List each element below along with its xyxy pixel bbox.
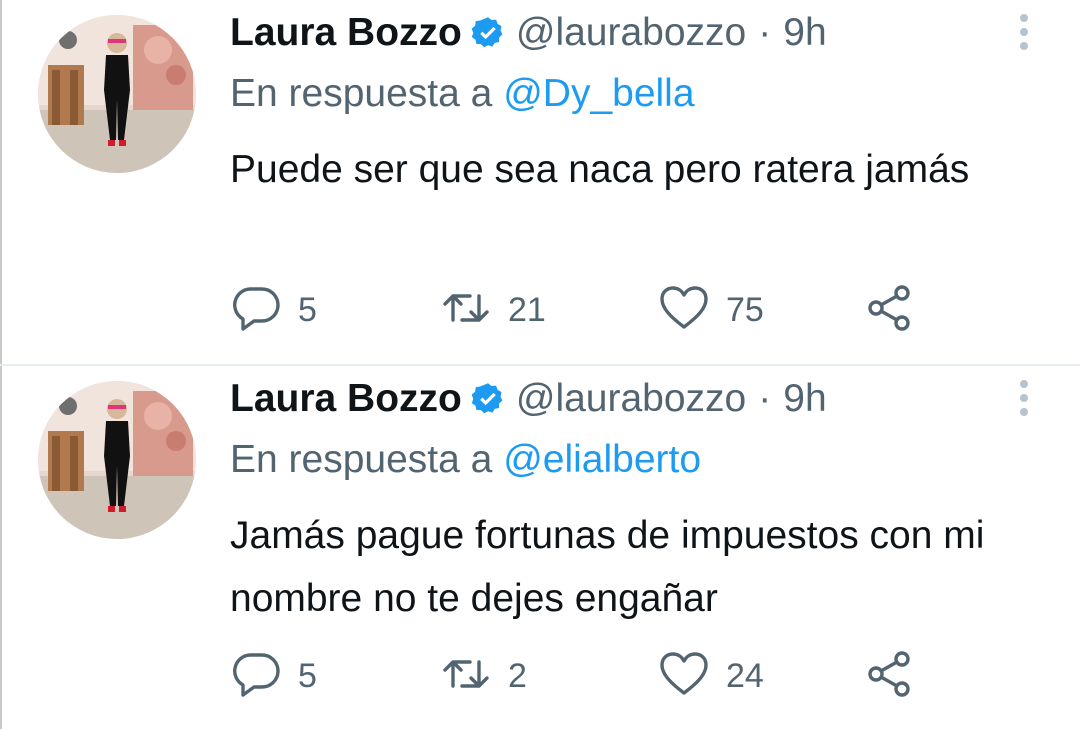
share-icon (864, 648, 916, 705)
reply-mention-link[interactable]: @elialberto (503, 438, 701, 481)
tweet-header: Laura Bozzo @laurabozzo · 9h (230, 376, 827, 422)
tweet-header: Laura Bozzo @laurabozzo · 9h (230, 10, 827, 56)
verified-badge-icon (470, 381, 506, 417)
retweet-icon (440, 648, 492, 705)
tweet-actions: 5 21 75 (230, 282, 950, 338)
reply-mention-link[interactable]: @Dy_bella (503, 72, 694, 115)
more-options-icon[interactable] (1014, 378, 1034, 418)
retweet-button[interactable]: 2 (440, 648, 527, 704)
reply-icon (230, 648, 282, 705)
reply-count: 5 (298, 290, 317, 329)
tweet-text: Jamás pague fortunas de impuestos con mi… (230, 514, 985, 620)
retweet-button[interactable]: 21 (440, 282, 546, 338)
heart-icon (658, 648, 710, 705)
like-button[interactable]: 75 (658, 282, 764, 338)
retweet-count: 21 (508, 290, 546, 329)
reply-icon (230, 282, 282, 339)
reply-count: 5 (298, 656, 317, 695)
heart-icon (658, 282, 710, 339)
share-button[interactable] (864, 282, 916, 338)
reply-prefix: En respuesta a (230, 72, 493, 115)
reply-prefix: En respuesta a (230, 438, 493, 481)
reply-button[interactable]: 5 (230, 648, 317, 704)
retweet-count: 2 (508, 656, 527, 695)
display-name[interactable]: Laura Bozzo (230, 11, 462, 55)
reply-button[interactable]: 5 (230, 282, 317, 338)
more-options-icon[interactable] (1014, 12, 1034, 52)
tweet-actions: 5 2 24 (230, 648, 950, 704)
separator: · (758, 11, 772, 54)
retweet-icon (440, 282, 492, 339)
verified-badge-icon (470, 15, 506, 51)
share-button[interactable] (864, 648, 916, 704)
separator: · (758, 377, 772, 420)
handle[interactable]: @laurabozzo (516, 377, 746, 421)
tweet-text: Puede ser que sea naca pero ratera jamás (230, 148, 970, 191)
like-count: 75 (726, 290, 764, 329)
tweet[interactable]: Laura Bozzo @laurabozzo · 9h En respuest… (0, 0, 1080, 364)
tweet[interactable]: Laura Bozzo @laurabozzo · 9h En respuest… (0, 366, 1080, 730)
timestamp[interactable]: 9h (783, 11, 826, 55)
avatar[interactable] (38, 381, 196, 539)
timestamp[interactable]: 9h (783, 377, 826, 421)
share-icon (864, 282, 916, 339)
handle[interactable]: @laurabozzo (516, 11, 746, 55)
display-name[interactable]: Laura Bozzo (230, 377, 462, 421)
like-button[interactable]: 24 (658, 648, 764, 704)
reply-context: En respuesta a @elialberto (230, 438, 701, 482)
reply-context: En respuesta a @Dy_bella (230, 72, 695, 116)
like-count: 24 (726, 656, 764, 695)
avatar[interactable] (38, 15, 196, 173)
